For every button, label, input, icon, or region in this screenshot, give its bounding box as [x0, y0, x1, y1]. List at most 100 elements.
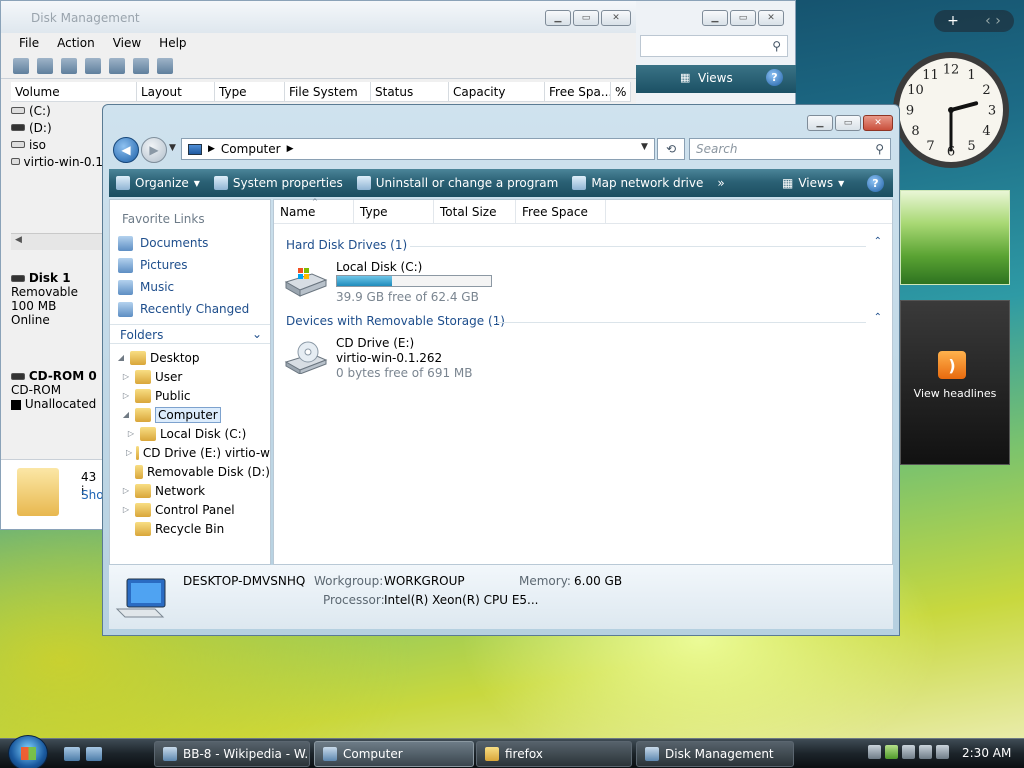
expand-arrow-icon[interactable]: ▷ — [121, 486, 131, 495]
list-item[interactable]: virtio-win-0.1 — [11, 153, 103, 170]
tree-item[interactable]: ◢ Computer — [110, 405, 270, 424]
col-file-system[interactable]: File System — [285, 82, 371, 101]
expand-arrow-icon[interactable]: ◢ — [121, 410, 131, 419]
cd-drive-e[interactable]: CD Drive (E:) virtio-win-0.1.262 0 bytes… — [284, 336, 584, 384]
favorite-documents[interactable]: Documents — [110, 232, 270, 254]
maximize-button[interactable]: ▭ — [835, 115, 861, 131]
favorite-pictures[interactable]: Pictures — [110, 254, 270, 276]
more-commands-button[interactable]: » — [710, 176, 731, 190]
folders-header[interactable]: Folders ⌄ — [110, 324, 270, 344]
col-type[interactable]: Type — [215, 82, 285, 101]
col-total-size[interactable]: Total Size — [434, 200, 516, 223]
expand-arrow-icon[interactable]: ▷ — [121, 391, 131, 400]
address-dropdown[interactable]: ▼ — [641, 142, 648, 152]
add-gadget-button[interactable]: + — [947, 13, 959, 29]
col-percent-free[interactable]: % F — [611, 82, 631, 101]
col-layout[interactable]: Layout — [137, 82, 215, 101]
expand-arrow-icon[interactable]: ◢ — [116, 353, 126, 362]
background-window[interactable]: ▁ ▭ ✕ ⚲ ▦ Views ? — [636, 0, 796, 105]
menu-file[interactable]: File — [19, 36, 39, 50]
col-type[interactable]: Type — [354, 200, 434, 223]
tree-item[interactable]: ▷ Local Disk (C:) — [110, 424, 270, 443]
show-desktop-icon[interactable] — [64, 747, 80, 761]
minimize-button[interactable]: ▁ — [702, 10, 728, 26]
menu-help[interactable]: Help — [159, 36, 186, 50]
scroll-left-icon[interactable]: ◀ — [15, 235, 22, 245]
taskbar-button-disk-management[interactable]: Disk Management — [636, 741, 794, 767]
group-removable-storage[interactable]: Devices with Removable Storage (1) ⌃ — [286, 312, 882, 328]
breadcrumb-arrow-icon[interactable]: ▶ — [208, 144, 215, 154]
search-icon[interactable]: ⚲ — [875, 142, 884, 156]
maximize-button[interactable]: ▭ — [573, 10, 599, 26]
col-free-space[interactable]: Free Spa... — [545, 82, 611, 101]
slideshow-gadget[interactable] — [900, 190, 1010, 285]
usb-icon[interactable] — [868, 745, 881, 759]
tree-item[interactable]: ◢ Desktop — [110, 348, 270, 367]
start-button[interactable] — [8, 735, 48, 768]
taskbar-button-computer[interactable]: Computer — [314, 741, 474, 767]
view-headlines-link[interactable]: View headlines — [901, 387, 1009, 400]
close-button[interactable]: ✕ — [601, 10, 631, 26]
taskbar-button-firefox[interactable]: firefox — [476, 741, 632, 767]
organize-button[interactable]: Organize ▼ — [109, 176, 207, 190]
list-item[interactable]: (C:) — [11, 102, 103, 119]
disk1-info[interactable]: Disk 1 Removable 100 MB Online — [11, 271, 103, 327]
tree-item[interactable]: ▷ Network — [110, 481, 270, 500]
tree-item[interactable]: Removable Disk (D:) — [110, 462, 270, 481]
clock-gadget[interactable]: 1234567891011 12 — [890, 48, 1012, 172]
tree-item[interactable]: ▷ Control Panel — [110, 500, 270, 519]
maximize-button[interactable]: ▭ — [730, 10, 756, 26]
back-arrow-icon[interactable] — [13, 57, 29, 74]
taskbar-button-wikipedia[interactable]: BB-8 - Wikipedia - W... — [154, 741, 310, 767]
computer-window[interactable]: ▁ ▭ ✕ ◀ ▶ ▼ ▶ Computer ▶ ▼ ⟲ Search ⚲ Or… — [102, 104, 900, 636]
help-icon[interactable]: ? — [766, 69, 783, 86]
views-button[interactable]: Views — [698, 71, 733, 85]
refresh-button[interactable]: ⟲ — [657, 138, 685, 160]
network-icon[interactable] — [902, 745, 915, 759]
lower-link[interactable]: Sho — [81, 488, 104, 502]
properties-icon[interactable] — [109, 57, 125, 74]
breadcrumb-arrow-icon[interactable]: ▶ — [287, 144, 294, 154]
col-status[interactable]: Status — [371, 82, 449, 101]
tree-item[interactable]: ▷ CD Drive (E:) virtio-w — [110, 443, 270, 462]
tree-item[interactable]: ▷ Public — [110, 386, 270, 405]
breadcrumb[interactable]: Computer — [221, 142, 281, 156]
switch-windows-icon[interactable] — [86, 747, 102, 761]
security-icon[interactable] — [885, 745, 898, 759]
gadget-nav-button[interactable]: ‹ › — [985, 13, 1001, 29]
volume-muted-icon[interactable] — [936, 745, 949, 759]
map-network-drive-button[interactable]: Map network drive — [565, 176, 710, 190]
uninstall-program-button[interactable]: Uninstall or change a program — [350, 176, 566, 190]
address-bar[interactable]: ▶ Computer ▶ — [181, 138, 655, 160]
close-button[interactable]: ✕ — [863, 115, 893, 131]
list-item[interactable]: iso — [11, 136, 103, 153]
menu-view[interactable]: View — [113, 36, 141, 50]
horizontal-scrollbar[interactable]: ◀ — [11, 233, 103, 250]
dm-titlebar[interactable]: Disk Management ▁ ▭ ✕ — [1, 1, 639, 33]
expand-arrow-icon[interactable]: ▷ — [126, 429, 136, 438]
back-button[interactable]: ◀ — [113, 137, 139, 163]
feed-headlines-gadget[interactable]: ) View headlines — [900, 300, 1010, 465]
search-input[interactable]: Search ⚲ — [689, 138, 891, 160]
forward-arrow-icon[interactable] — [37, 57, 53, 74]
taskbar-clock[interactable]: 2:30 AM — [962, 746, 1011, 760]
tree-item[interactable]: ▷ User — [110, 367, 270, 386]
help-button[interactable]: ? — [867, 175, 884, 192]
search-input[interactable]: ⚲ — [640, 35, 788, 57]
collapse-icon[interactable]: ⌃ — [874, 236, 882, 247]
list-item[interactable]: (D:) — [11, 119, 103, 136]
system-properties-button[interactable]: System properties — [207, 176, 350, 190]
help-icon[interactable] — [85, 57, 101, 74]
col-volume[interactable]: Volume — [11, 82, 137, 101]
local-disk-c[interactable]: Local Disk (C:) 39.9 GB free of 62.4 GB — [284, 260, 584, 308]
cdrom0-info[interactable]: CD-ROM 0 CD-ROM Unallocated — [11, 369, 103, 411]
rescan-icon[interactable] — [157, 57, 173, 74]
views-button[interactable]: ▦ Views ▼ — [775, 176, 851, 190]
group-hard-disk-drives[interactable]: Hard Disk Drives (1) ⌃ — [286, 236, 882, 252]
col-capacity[interactable]: Capacity — [449, 82, 545, 101]
col-free-space[interactable]: Free Space — [516, 200, 606, 223]
display-icon[interactable] — [919, 745, 932, 759]
menu-action[interactable]: Action — [57, 36, 95, 50]
expand-arrow-icon[interactable]: ▷ — [126, 448, 132, 457]
console-tree-icon[interactable] — [61, 57, 77, 74]
